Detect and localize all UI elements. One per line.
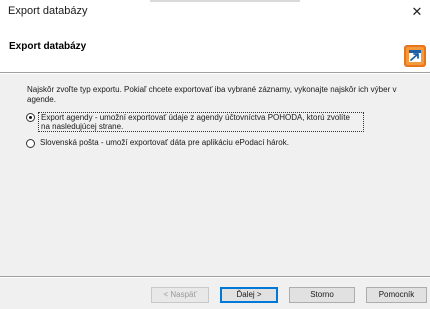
- title-bar-edge: [150, 0, 300, 2]
- radio-selected-dot: [29, 116, 32, 119]
- help-button[interactable]: Pomocník: [366, 287, 427, 303]
- close-button[interactable]: ✕: [404, 0, 430, 24]
- back-button[interactable]: < Naspäť: [151, 287, 209, 303]
- page-title: Export databázy: [9, 41, 87, 52]
- close-icon: ✕: [411, 4, 423, 19]
- cancel-button[interactable]: Storno: [289, 287, 355, 303]
- instruction-text: Najskôr zvoľte typ exportu. Pokiaľ chcet…: [27, 85, 397, 104]
- option-label[interactable]: Slovenská pošta - umoží exportovať dáta …: [38, 138, 362, 147]
- radio-button[interactable]: [26, 113, 35, 122]
- export-dialog: Export databázy ✕ Export databázy Najskô…: [0, 0, 430, 309]
- radio-button[interactable]: [26, 139, 35, 148]
- export-wizard-icon: [404, 45, 426, 67]
- footer-divider-highlight: [0, 277, 430, 278]
- wizard-header: Export databázy: [0, 26, 430, 72]
- title-bar: Export databázy ✕: [0, 0, 430, 26]
- next-button[interactable]: Ďalej >: [220, 287, 278, 303]
- window-title: Export databázy: [8, 5, 88, 17]
- option-label[interactable]: Export agendy - umožní exportovať údaje …: [38, 112, 364, 132]
- header-divider-highlight: [0, 73, 430, 74]
